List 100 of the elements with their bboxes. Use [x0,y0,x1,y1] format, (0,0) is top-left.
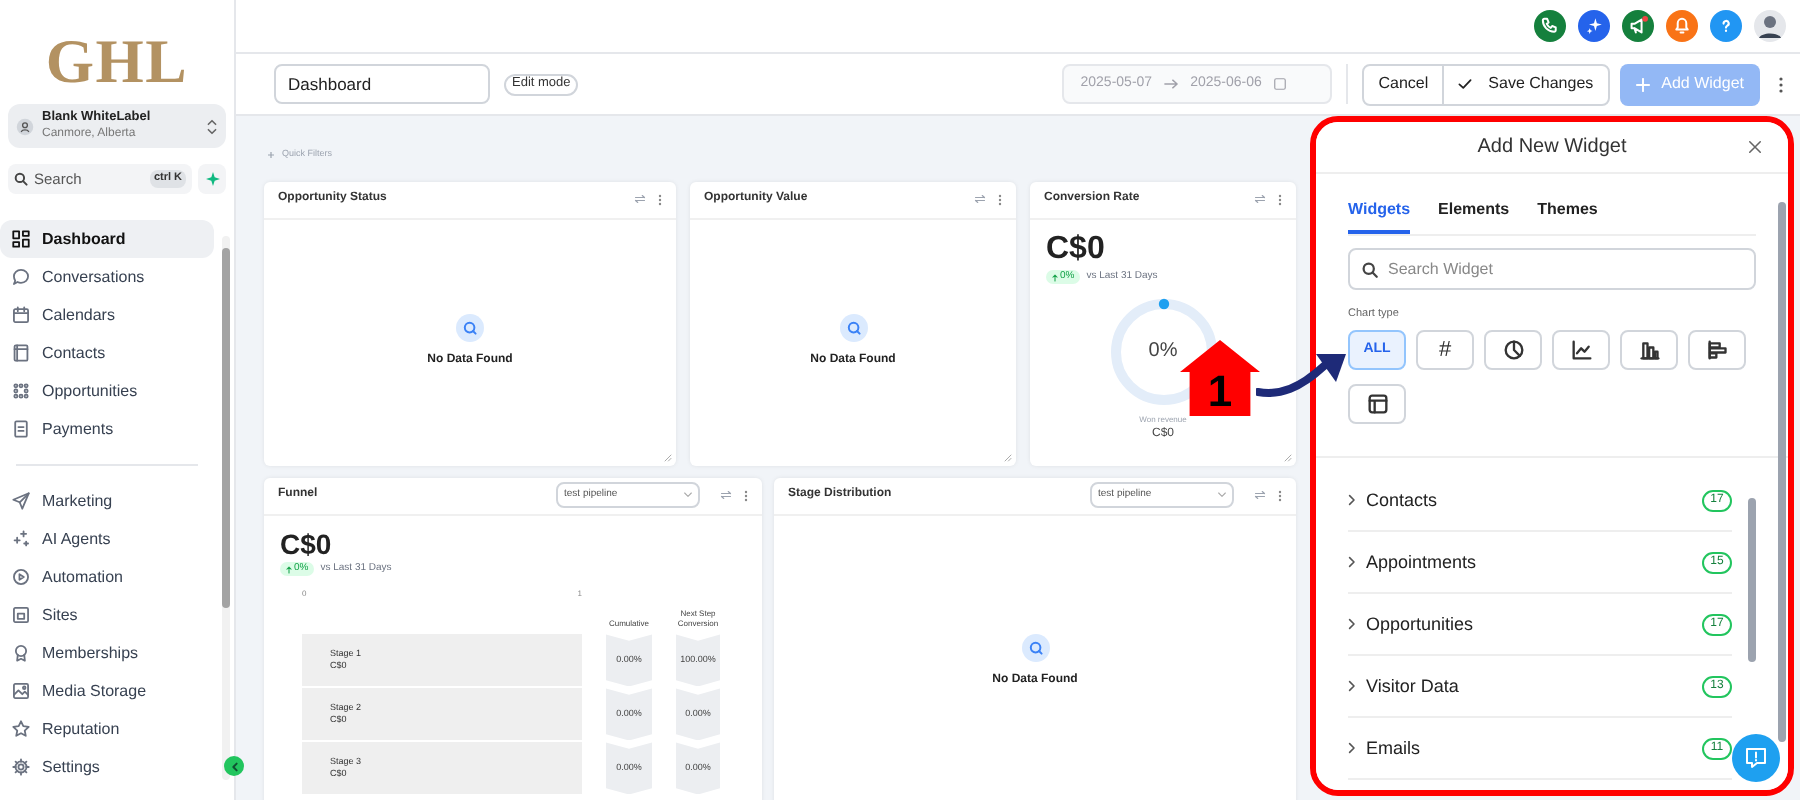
scrollbar-thumb[interactable] [1748,498,1756,663]
sparkle-icon [12,530,30,548]
category-label: Appointments [1366,549,1479,576]
gear-icon [12,758,30,776]
search-icon [839,314,867,343]
nav-item[interactable]: Dashboard [0,220,214,258]
dashboard-name-field[interactable]: Dashboard [274,64,490,104]
megaphone-icon [1628,16,1648,36]
nav-item[interactable]: Marketing [0,482,214,520]
chevron-left-icon [229,761,239,771]
help-icon [1716,16,1736,36]
calendar-icon [1273,78,1286,90]
save-changes-button[interactable]: Save Changes [1444,65,1608,103]
chevron-right-icon [1348,494,1356,507]
search-icon [1362,261,1378,277]
search-icon [14,172,28,186]
nav-item[interactable]: Conversations [0,258,214,296]
kebab-icon[interactable] [1778,75,1784,93]
swap-icon[interactable] [974,194,986,205]
tab[interactable]: Themes [1537,198,1598,234]
category-label: Opportunities [1366,611,1476,638]
panel-title: Add New Widget [1477,134,1627,162]
nav-item[interactable]: Reputation [0,710,214,748]
nav-item[interactable]: Calendars [0,296,214,334]
search-icon [1021,633,1049,662]
table-icon [1367,394,1387,415]
chevron-right-icon [1348,680,1356,693]
user-icon [16,117,34,135]
chart-type-button[interactable] [1688,330,1746,371]
sparkle-icon [205,172,219,186]
swap-icon[interactable] [634,194,646,205]
scrollbar-thumb[interactable] [1778,202,1786,742]
calendar-icon [12,306,30,324]
chart-type-button[interactable] [1620,330,1678,371]
tab[interactable]: Elements [1438,198,1510,234]
help-button[interactable] [1710,10,1742,42]
nav-item[interactable]: Contacts [0,334,214,372]
scrollbar-thumb[interactable] [222,248,230,608]
resize-handle-icon[interactable] [1004,453,1012,462]
bell-button[interactable] [1666,10,1698,42]
paper-plane-icon [12,492,30,510]
nav-item[interactable]: Sites [0,596,214,634]
image-icon [12,682,30,700]
resize-handle-icon[interactable] [1284,453,1292,462]
play-circle-icon [12,568,30,586]
chevron-right-icon [1348,742,1356,755]
receipt-icon [12,420,30,438]
search-field[interactable]: Search Widget [1348,248,1756,290]
window-icon [12,606,30,624]
category-label: Emails [1366,735,1423,761]
phone-button[interactable] [1534,10,1566,42]
ribbon-icon [12,644,30,662]
check-icon [1458,78,1473,90]
chart-type-button[interactable] [1348,384,1406,425]
megaphone-button[interactable] [1622,10,1654,42]
search-icon [456,314,484,343]
dots-icon [12,382,30,400]
chevron-right-icon [1348,618,1356,631]
grid-icon [12,230,30,248]
close-icon[interactable] [1748,140,1762,154]
nav-item[interactable]: Payments [0,410,214,448]
pie-chart-icon [1503,340,1523,361]
nav-item[interactable]: Settings [0,748,214,786]
chevron-down-icon [1218,492,1226,499]
chat-alert-icon [1744,746,1768,770]
bar-chart-icon [1639,340,1659,361]
chevron-right-icon [1348,556,1356,569]
metric-value: C$0 [1046,233,1107,266]
nav-item[interactable]: Memberships [0,634,214,672]
nav-item[interactable]: Media Storage [0,672,214,710]
logo: GHL [45,30,189,92]
swap-icon[interactable] [1254,194,1266,205]
resize-handle-icon[interactable] [664,453,672,462]
avatar-icon[interactable] [1754,10,1786,42]
swap-icon[interactable] [1254,490,1266,501]
sparkle-icon [1584,16,1604,36]
metric-value: C$0 [280,529,334,558]
chevron-down-icon [684,492,692,499]
horizontal-bar-chart-icon [1707,340,1727,361]
chart-type-button[interactable]: # [1416,330,1474,371]
nav-item[interactable]: Opportunities [0,372,214,410]
nav-item[interactable]: Automation [0,558,214,596]
plus-icon [268,151,274,158]
chart-type-button[interactable] [1552,330,1610,371]
ai-button[interactable] [198,164,226,194]
arrow-up-icon [286,565,292,573]
plus-icon [1635,77,1650,91]
cancel-button[interactable]: Cancel [1364,65,1445,103]
contact-card-icon [12,344,30,362]
arrow-right-icon [1164,78,1179,90]
swap-icon[interactable] [720,490,732,501]
phone-icon [1540,16,1560,36]
category-label: Visitor Data [1366,673,1461,699]
tab[interactable]: Widgets [1348,198,1411,234]
star-icon [12,720,30,738]
chart-type-button[interactable] [1484,330,1542,371]
line-chart-icon [1571,340,1591,361]
sparkle-button[interactable] [1578,10,1610,42]
feedback-button[interactable] [1732,734,1780,782]
nav-item[interactable]: AI Agents [0,520,214,558]
